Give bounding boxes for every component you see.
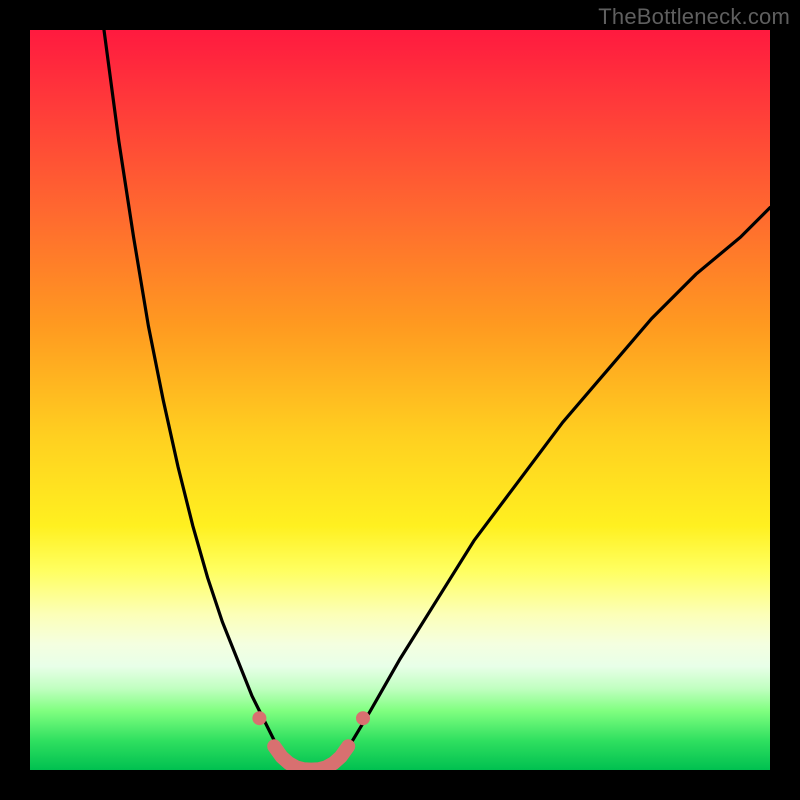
plot-background: [30, 30, 770, 770]
watermark-text: TheBottleneck.com: [598, 4, 790, 30]
curve-left: [104, 30, 289, 766]
accent-dot: [252, 711, 266, 725]
curve-right: [333, 208, 770, 767]
accent-dot: [356, 711, 370, 725]
bottleneck-curve: [30, 30, 770, 770]
accent-dots: [252, 711, 370, 725]
curve-bottom-accent: [274, 746, 348, 769]
chart-frame: TheBottleneck.com: [0, 0, 800, 800]
